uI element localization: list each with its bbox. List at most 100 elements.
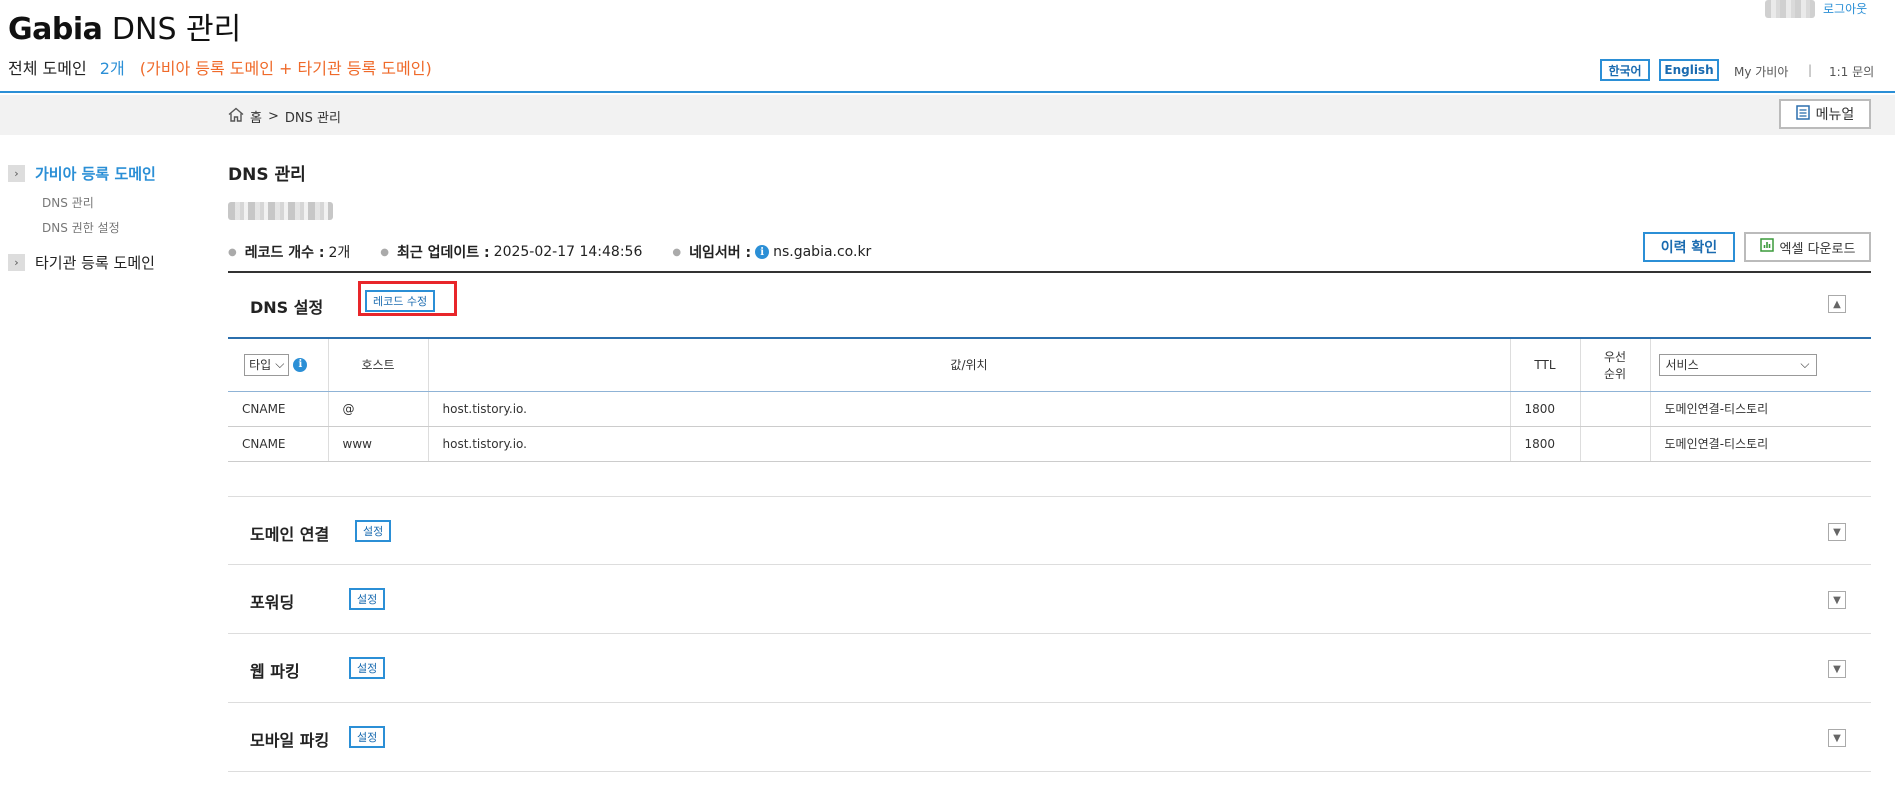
cell-type: CNAME	[228, 391, 329, 427]
dns-settings-title: DNS 설정	[250, 298, 324, 317]
section-domain-connect-title: 도메인 연결	[250, 525, 330, 544]
col-service: 서비스 ⌵	[1650, 339, 1871, 392]
stat-last-update: ● 최근 업데이트 : 2025-02-17 14:48:56	[380, 242, 642, 262]
lang-english-button[interactable]: English	[1659, 59, 1719, 81]
section-mobile-parking-title: 모바일 파킹	[250, 731, 330, 750]
section-mobile-parking: 모바일 파킹 설정 ▼	[228, 703, 1871, 772]
cell-priority	[1580, 426, 1651, 462]
breadcrumb-separator: >	[267, 109, 279, 124]
section-web-parking-title: 웹 파킹	[250, 662, 300, 681]
table-row: CNAME www host.tistory.io. 1800 도메인연결-티스…	[228, 426, 1871, 462]
stat-ns-label: 네임서버 :	[689, 245, 752, 261]
chevron-down-icon: ⌵	[1800, 357, 1810, 372]
highlight-annotation	[358, 281, 457, 316]
cell-service: 도메인연결-티스토리	[1650, 426, 1871, 462]
cell-value: host.tistory.io.	[428, 426, 1511, 462]
col-host: 호스트	[328, 339, 429, 392]
sidebar-group-other-label: 타기관 등록 도메인	[35, 254, 155, 272]
bullet-icon: ●	[672, 246, 682, 258]
breadcrumb-current: DNS 관리	[284, 111, 341, 126]
excel-download-button[interactable]: 엑셀 다운로드	[1744, 232, 1871, 262]
col-ttl: TTL	[1510, 339, 1581, 392]
bullet-icon: ●	[228, 246, 237, 258]
section-forwarding-title: 포워딩	[250, 593, 295, 612]
forwarding-settings-button[interactable]: 설정	[349, 588, 386, 610]
stat-update-label: 최근 업데이트 :	[397, 245, 490, 261]
summary-label: 전체 도메인	[8, 59, 87, 78]
chevron-right-icon: ›	[8, 254, 25, 271]
spreadsheet-icon	[1759, 238, 1774, 256]
mobile-parking-settings-button[interactable]: 설정	[349, 726, 386, 748]
section-web-parking: 웹 파킹 설정 ▼	[228, 634, 1871, 703]
stat-nameserver: ● 네임서버 : i ns.gabia.co.kr	[672, 242, 871, 262]
service-filter-select[interactable]: 서비스 ⌵	[1658, 353, 1817, 376]
sidebar-group-gabia-label: 가비아 등록 도메인	[35, 165, 156, 183]
web-parking-settings-button[interactable]: 설정	[349, 657, 386, 679]
summary-count: 2개	[99, 59, 125, 78]
sidebar: › 가비아 등록 도메인 DNS 관리 DNS 권한 설정 › 타기관 등록 도…	[8, 163, 208, 273]
service-filter-label: 서비스	[1665, 358, 1699, 373]
dns-stats: ● 레코드 개수 : 2개 ● 최근 업데이트 : 2025-02-17 14:…	[228, 242, 901, 262]
home-icon[interactable]	[228, 107, 244, 126]
type-filter-select[interactable]: 타입 ⌵	[244, 353, 290, 376]
lang-korean-button[interactable]: 한국어	[1600, 59, 1650, 81]
expand-icon[interactable]: ▼	[1828, 523, 1846, 541]
collapse-icon[interactable]: ▲	[1828, 295, 1846, 313]
page-title: DNS 관리	[228, 165, 306, 185]
my-gabia-link[interactable]: My 가비아	[1734, 63, 1788, 80]
sidebar-item-dns-manage[interactable]: DNS 관리	[42, 194, 208, 211]
cell-service: 도메인연결-티스토리	[1650, 391, 1871, 427]
summary-desc: (가비아 등록 도메인 + 타기관 등록 도메인)	[139, 59, 432, 78]
sidebar-item-dns-permission[interactable]: DNS 권한 설정	[42, 219, 208, 236]
app-logo[interactable]: Gabia DNS 관리	[8, 4, 241, 48]
expand-icon[interactable]: ▼	[1828, 660, 1846, 678]
cell-type: CNAME	[228, 426, 329, 462]
info-icon[interactable]: i	[755, 245, 770, 259]
table-header-row: 타입 ⌵ i 호스트 값/위치 TTL 우선 순위 서비스 ⌵	[228, 339, 1871, 392]
stat-record-count: ● 레코드 개수 : 2개	[228, 242, 350, 262]
stat-update-value: 2025-02-17 14:48:56	[493, 244, 643, 260]
logo-brand: Gabia	[8, 12, 103, 47]
chevron-right-icon: ›	[8, 165, 25, 182]
user-name-blurred	[1765, 0, 1815, 18]
history-button[interactable]: 이력 확인	[1643, 232, 1735, 262]
col-priority: 우선 순위	[1580, 339, 1651, 392]
domain-summary: 전체 도메인 2개 (가비아 등록 도메인 + 타기관 등록 도메인)	[8, 55, 432, 79]
dns-records-table: 타입 ⌵ i 호스트 값/위치 TTL 우선 순위 서비스 ⌵ CNAME @ …	[228, 339, 1871, 462]
bullet-icon: ●	[380, 246, 390, 258]
table-row: CNAME @ host.tistory.io. 1800 도메인연결-티스토리	[228, 391, 1871, 427]
document-icon	[1795, 104, 1810, 124]
stat-record-value: 2개	[328, 245, 351, 261]
col-type: 타입 ⌵ i	[228, 339, 329, 392]
excel-label: 엑셀 다운로드	[1779, 241, 1856, 257]
sidebar-group-other[interactable]: › 타기관 등록 도메인	[8, 252, 208, 273]
cell-host: www	[328, 426, 429, 462]
breadcrumb: 홈 > DNS 관리	[228, 107, 341, 126]
section-domain-connect: 도메인 연결 설정 ▼	[228, 496, 1871, 565]
stat-record-label: 레코드 개수 :	[244, 245, 325, 261]
type-filter-label: 타입	[249, 358, 272, 373]
breadcrumb-home[interactable]: 홈	[250, 107, 262, 126]
col-value: 값/위치	[428, 339, 1511, 392]
dns-settings-panel: DNS 설정 레코드 수정 ▲ 타입 ⌵ i 호스트 값/위치 TTL 우선 순…	[228, 271, 1871, 462]
domain-connect-settings-button[interactable]: 설정	[355, 520, 392, 542]
cell-ttl: 1800	[1510, 391, 1581, 427]
main-content: DNS 관리 ● 레코드 개수 : 2개 ● 최근 업데이트 : 2025-02…	[228, 160, 1871, 772]
link-separator: |	[1808, 63, 1813, 77]
col-priority-line1: 우선	[1603, 349, 1627, 364]
cell-value: host.tistory.io.	[428, 391, 1511, 427]
cell-ttl: 1800	[1510, 426, 1581, 462]
manual-label: 메뉴얼	[1815, 107, 1855, 123]
chevron-down-icon: ⌵	[275, 357, 285, 372]
cell-host: @	[328, 391, 429, 427]
breadcrumb-bar: 홈 > DNS 관리 메뉴얼	[0, 95, 1895, 135]
manual-button[interactable]: 메뉴얼	[1779, 99, 1871, 129]
logo-title: DNS 관리	[111, 12, 242, 47]
logout-link[interactable]: 로그아웃	[1823, 0, 1867, 17]
info-icon[interactable]: i	[293, 357, 308, 372]
sidebar-group-gabia[interactable]: › 가비아 등록 도메인	[8, 163, 208, 184]
expand-icon[interactable]: ▼	[1828, 591, 1846, 609]
inquiry-link[interactable]: 1:1 문의	[1829, 63, 1874, 80]
expand-icon[interactable]: ▼	[1828, 729, 1846, 747]
col-priority-line2: 순위	[1603, 366, 1627, 381]
